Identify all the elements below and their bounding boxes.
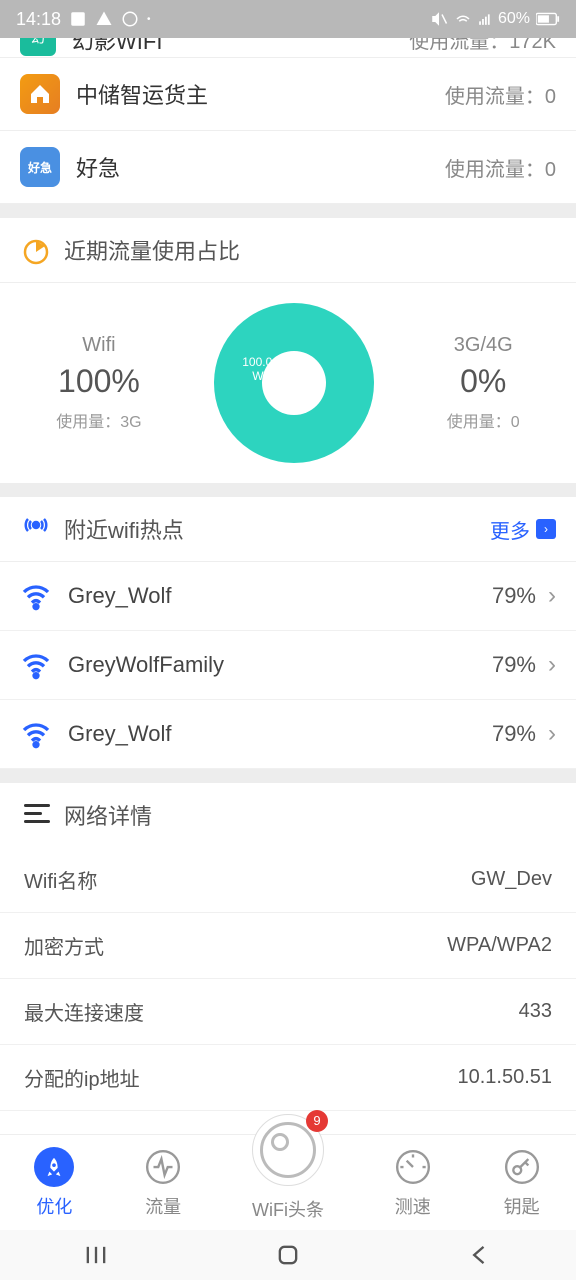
section-title: 附近wifi热点 <box>64 513 184 545</box>
gauge-icon <box>393 1147 433 1187</box>
wifi-strength: 79% <box>492 652 536 678</box>
traffic-chart: Wifi 100% 使用量：3G 100.0 % WiFi 3G/4G 0% 使… <box>0 283 576 483</box>
network-details-header: 网络详情 <box>0 783 576 847</box>
wifi-strength: 79% <box>492 583 536 609</box>
more-button[interactable]: 更多 › <box>490 515 556 544</box>
signal-icon <box>478 10 492 28</box>
detail-row: 加密方式 WPA/WPA2 <box>0 913 576 979</box>
antenna-icon <box>20 513 52 545</box>
battery-icon <box>536 12 560 26</box>
section-title: 近期流量使用占比 <box>64 234 240 266</box>
chevron-right-icon: › <box>536 519 556 539</box>
app-name: 幻影WIFI <box>72 38 162 56</box>
wifi-icon <box>20 718 52 750</box>
wifi-icon <box>20 649 52 681</box>
badge: 9 <box>306 1110 328 1132</box>
chevron-right-icon: › <box>548 720 556 748</box>
app-usage: 使用流量：0 <box>445 80 556 109</box>
nav-traffic[interactable]: 流量 <box>143 1147 183 1219</box>
wifi-hotspot-row[interactable]: Grey_Wolf 79% › <box>0 700 576 769</box>
wifi-stat: Wifi 100% 使用量：3G <box>56 334 141 432</box>
key-icon <box>502 1147 542 1187</box>
traffic-header: 近期流量使用占比 <box>0 218 576 283</box>
list-icon <box>24 804 50 826</box>
app-icon <box>20 74 60 114</box>
gallery-icon <box>69 10 87 28</box>
pulse-icon <box>143 1147 183 1187</box>
app-row[interactable]: 好急 好急 使用流量：0 <box>0 131 576 204</box>
detail-row: 分配的ip地址 10.1.50.51 <box>0 1045 576 1111</box>
wifi-status-icon <box>454 10 472 28</box>
app-row-partial[interactable]: 幻 幻影WIFI 使用流量：172K <box>0 38 576 58</box>
warning-icon <box>95 10 113 28</box>
nav-optimize[interactable]: 优化 <box>34 1147 74 1219</box>
nav-speedtest[interactable]: 测速 <box>393 1147 433 1219</box>
wifi-name: Grey_Wolf <box>68 721 172 747</box>
bottom-nav: 优化 流量 9 WiFi头条 测速 钥匙 <box>0 1134 576 1230</box>
pie-icon <box>20 234 52 266</box>
detail-row: Wifi名称 GW_Dev <box>0 847 576 913</box>
system-nav <box>0 1230 576 1280</box>
battery-pct: 60% <box>498 10 530 28</box>
mute-icon <box>430 10 448 28</box>
app-icon: 幻 <box>20 38 56 56</box>
app-usage: 使用流量：0 <box>445 153 556 182</box>
wifi-strength: 79% <box>492 721 536 747</box>
recent-apps-button[interactable] <box>82 1241 110 1269</box>
wifi-name: Grey_Wolf <box>68 583 172 609</box>
nav-wifi-news[interactable]: 9 WiFi头条 <box>252 1114 324 1222</box>
status-bar: 14:18 • 60% <box>0 0 576 38</box>
app-icon: 好急 <box>20 147 60 187</box>
more-dot: • <box>147 14 151 25</box>
back-button[interactable] <box>466 1241 494 1269</box>
app-name: 好急 <box>76 151 120 183</box>
wifi-icon <box>20 580 52 612</box>
detail-row: 最大连接速度 433 <box>0 979 576 1045</box>
app-row[interactable]: 中储智运货主 使用流量：0 <box>0 58 576 131</box>
wifi-hotspot-row[interactable]: GreyWolfFamily 79% › <box>0 631 576 700</box>
chevron-right-icon: › <box>548 651 556 679</box>
status-time: 14:18 <box>16 9 61 30</box>
app-name: 中储智运货主 <box>76 78 208 110</box>
rocket-icon <box>34 1147 74 1187</box>
cell-stat: 3G/4G 0% 使用量：0 <box>447 334 520 432</box>
chevron-right-icon: › <box>548 582 556 610</box>
home-button[interactable] <box>274 1241 302 1269</box>
sync-icon <box>121 10 139 28</box>
wifi-hotspot-row[interactable]: Grey_Wolf 79% › <box>0 562 576 631</box>
nav-key[interactable]: 钥匙 <box>502 1147 542 1219</box>
wifi-name: GreyWolfFamily <box>68 652 224 678</box>
donut-chart: 100.0 % WiFi <box>214 303 374 463</box>
app-usage: 使用流量：172K <box>409 38 556 54</box>
hotspots-header: 附近wifi热点 更多 › <box>0 497 576 562</box>
